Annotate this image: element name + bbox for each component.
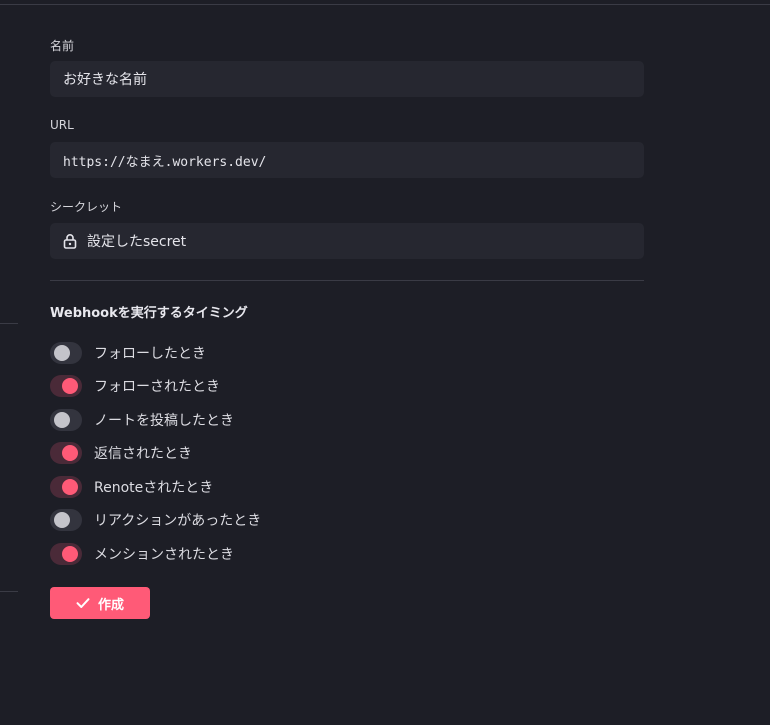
toggle-switch[interactable]	[50, 509, 82, 531]
toggle-label: ノートを投稿したとき	[94, 413, 234, 429]
toggle-note[interactable]: ノートを投稿したとき	[50, 409, 234, 431]
secret-input[interactable]	[87, 233, 631, 249]
toggle-knob	[62, 378, 78, 394]
events-title: Webhookを実行するタイミング	[50, 306, 248, 321]
create-button[interactable]: 作成	[50, 587, 150, 619]
toggle-mention[interactable]: メンションされたとき	[50, 543, 234, 565]
top-divider	[0, 4, 770, 5]
toggle-knob	[54, 345, 70, 361]
secret-field[interactable]	[50, 223, 644, 259]
side-divider	[0, 591, 18, 592]
toggle-label: フォローされたとき	[94, 379, 220, 395]
toggle-label: リアクションがあったとき	[94, 513, 262, 529]
toggle-switch[interactable]	[50, 375, 82, 397]
toggle-knob	[62, 445, 78, 461]
toggle-knob	[62, 479, 78, 495]
create-button-label: 作成	[97, 597, 124, 613]
toggle-followed[interactable]: フォローされたとき	[50, 375, 220, 397]
url-field[interactable]	[50, 142, 644, 178]
toggle-switch[interactable]	[50, 409, 82, 431]
lock-icon	[63, 234, 77, 249]
secret-label: シークレット	[50, 200, 123, 214]
name-label: 名前	[50, 39, 75, 53]
toggle-renote[interactable]: Renoteされたとき	[50, 476, 213, 498]
toggle-knob	[54, 412, 70, 428]
toggle-switch[interactable]	[50, 342, 82, 364]
toggle-follow[interactable]: フォローしたとき	[50, 342, 206, 364]
toggle-knob	[54, 512, 70, 528]
toggle-reply[interactable]: 返信されたとき	[50, 442, 192, 464]
toggle-knob	[62, 546, 78, 562]
name-input[interactable]	[63, 71, 631, 87]
url-input[interactable]	[63, 152, 631, 168]
toggle-switch[interactable]	[50, 442, 82, 464]
name-field[interactable]	[50, 61, 644, 97]
url-label: URL	[50, 118, 74, 132]
toggle-reaction[interactable]: リアクションがあったとき	[50, 509, 261, 531]
toggle-label: フォローしたとき	[94, 346, 206, 362]
toggle-switch[interactable]	[50, 543, 82, 565]
toggle-label: Renoteされたとき	[94, 480, 214, 496]
section-divider	[50, 280, 644, 281]
toggle-label: メンションされたとき	[94, 547, 234, 563]
side-divider	[0, 323, 18, 324]
toggle-switch[interactable]	[50, 476, 82, 498]
toggle-label: 返信されたとき	[94, 446, 192, 462]
check-icon	[76, 598, 90, 608]
